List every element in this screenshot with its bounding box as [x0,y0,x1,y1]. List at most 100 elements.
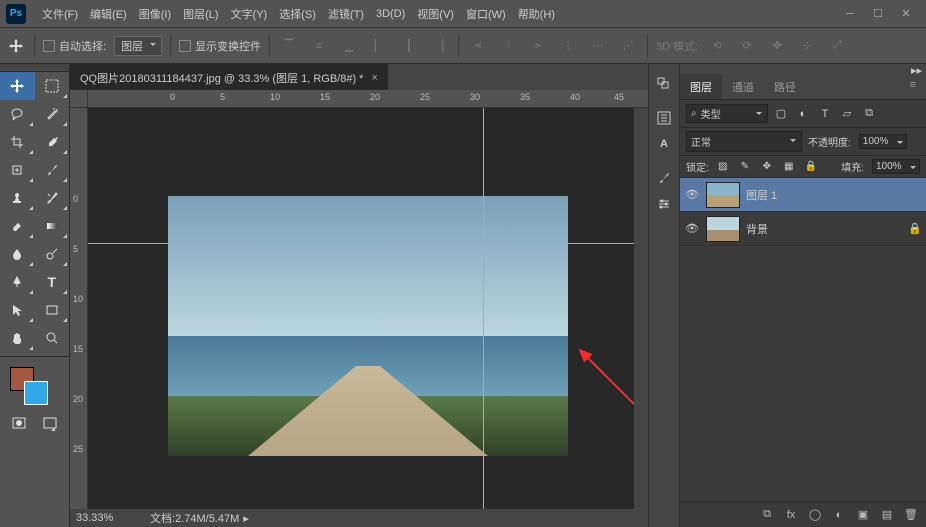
zoom-level[interactable]: 33.33% [70,512,144,524]
guide-vertical[interactable] [483,108,484,527]
scrollbar-vertical[interactable] [634,108,648,509]
shape-tool[interactable] [35,296,70,324]
opacity-input[interactable]: 100% [859,134,907,149]
properties-panel-icon[interactable] [653,107,675,129]
dist-bottom-icon[interactable]: ⫸ [527,36,549,56]
panel-menu-icon[interactable]: ≡ [900,74,926,99]
filter-kind-dropdown[interactable]: ⌕类型 [686,104,768,123]
menu-edit[interactable]: 编辑(E) [84,6,133,22]
adjust-panel-icon[interactable] [653,193,675,215]
auto-select-dropdown[interactable]: 图层 [114,36,162,56]
quickmask-icon[interactable] [12,413,26,433]
guide-horizontal[interactable] [88,243,648,244]
dist-top-icon[interactable]: ⫷ [467,36,489,56]
align-top-icon[interactable]: ▔ [278,36,300,56]
crop-tool[interactable] [0,128,35,156]
show-transform-checkbox[interactable] [179,40,191,52]
dodge-tool[interactable] [35,240,70,268]
lasso-tool[interactable] [0,100,35,128]
pen-tool[interactable] [0,268,35,296]
healing-tool[interactable] [0,156,35,184]
dist-left-icon[interactable]: ⋮ [557,36,579,56]
menu-help[interactable]: 帮助(H) [512,6,561,22]
blur-tool[interactable] [0,240,35,268]
brush-panel-icon[interactable] [653,167,675,189]
ruler-origin[interactable] [70,90,88,108]
3d-pan-icon[interactable]: ✥ [766,36,788,56]
lock-all-icon[interactable]: 🔒 [803,160,819,174]
window-maximize[interactable]: ☐ [864,4,892,24]
layer-thumbnail[interactable] [706,216,740,242]
type-tool[interactable]: T [35,268,70,296]
filter-image-icon[interactable]: ▢ [772,106,790,122]
layer-mask-icon[interactable]: ◯ [806,507,824,523]
filter-adjust-icon[interactable]: ◐ [794,106,812,122]
lock-pixels-icon[interactable]: ✎ [737,160,753,174]
3d-orbit-icon[interactable]: ⟲ [706,36,728,56]
3d-roll-icon[interactable]: ⟳ [736,36,758,56]
filter-type-icon[interactable]: T [816,106,834,122]
layer-fx-icon[interactable]: fx [782,507,800,523]
menu-filter[interactable]: 滤镜(T) [322,6,370,22]
doc-info[interactable]: 文档:2.74M/5.47M [144,510,239,526]
document-tab[interactable]: QQ图片20180311184437.jpg @ 33.3% (图层 1, RG… [70,64,388,90]
align-left-icon[interactable]: ▏ [368,36,390,56]
character-panel-icon[interactable]: A [653,133,675,155]
eyedropper-tool[interactable] [35,128,70,156]
menu-image[interactable]: 图像(I) [133,6,177,22]
layer-thumbnail[interactable] [706,182,740,208]
new-layer-icon[interactable]: ▤ [878,507,896,523]
move-tool[interactable] [0,72,35,100]
eraser-tool[interactable] [0,212,35,240]
tab-paths[interactable]: 路径 [764,74,806,99]
layer-name[interactable]: 背景 [746,221,902,237]
history-panel-icon[interactable] [653,73,675,95]
blend-mode-dropdown[interactable]: 正常 [686,131,802,152]
new-group-icon[interactable]: ▣ [854,507,872,523]
window-minimize[interactable]: ─ [836,4,864,24]
canvas-viewport[interactable] [88,108,648,527]
dist-vcenter-icon[interactable]: ⫶ [497,36,519,56]
3d-scale-icon[interactable]: ⤢ [826,36,848,56]
ruler-horizontal[interactable]: 0 5 10 15 20 25 30 35 40 45 [88,90,648,108]
menu-type[interactable]: 文字(Y) [225,6,274,22]
align-hcenter-icon[interactable]: ┃ [398,36,420,56]
history-brush-tool[interactable] [35,184,70,212]
dist-hcenter-icon[interactable]: ⋯ [587,36,609,56]
menu-select[interactable]: 选择(S) [273,6,322,22]
align-bottom-icon[interactable]: ▁ [338,36,360,56]
lock-position-icon[interactable]: ✥ [759,160,775,174]
layer-name[interactable]: 图层 1 [746,187,922,203]
close-tab-icon[interactable]: × [371,72,377,84]
window-close[interactable]: ✕ [892,4,920,24]
3d-slide-icon[interactable]: ⊹ [796,36,818,56]
panel-collapse-icon[interactable]: ▸▸ [680,64,926,74]
align-right-icon[interactable]: ▕ [428,36,450,56]
fill-input[interactable]: 100% [872,159,920,174]
brush-tool[interactable] [35,156,70,184]
marquee-tool[interactable] [35,72,70,100]
path-select-tool[interactable] [0,296,35,324]
filter-smart-icon[interactable]: ⧉ [860,106,878,122]
background-color[interactable] [24,381,48,405]
layer-row[interactable]: 👁 图层 1 [680,178,926,212]
hand-tool[interactable] [0,324,35,352]
screenmode-icon[interactable] [43,413,57,433]
dist-right-icon[interactable]: ⋰ [617,36,639,56]
layer-row[interactable]: 👁 背景 🔒 [680,212,926,246]
visibility-toggle[interactable]: 👁 [684,188,700,201]
tab-channels[interactable]: 通道 [722,74,764,99]
color-swatches[interactable] [0,361,69,411]
visibility-toggle[interactable]: 👁 [684,222,700,235]
lock-artboard-icon[interactable]: ▦ [781,160,797,174]
menu-window[interactable]: 窗口(W) [460,6,512,22]
zoom-tool[interactable] [35,324,70,352]
link-layers-icon[interactable]: ⧉ [758,507,776,523]
auto-select-checkbox[interactable] [43,40,55,52]
ruler-vertical[interactable]: 0 5 10 15 20 25 [70,108,88,527]
menu-3d[interactable]: 3D(D) [370,8,411,20]
menu-layer[interactable]: 图层(L) [177,6,224,22]
delete-layer-icon[interactable]: 🗑 [902,507,920,523]
lock-transparent-icon[interactable]: ▨ [715,160,731,174]
doc-info-menu-icon[interactable]: ▸ [243,512,249,525]
